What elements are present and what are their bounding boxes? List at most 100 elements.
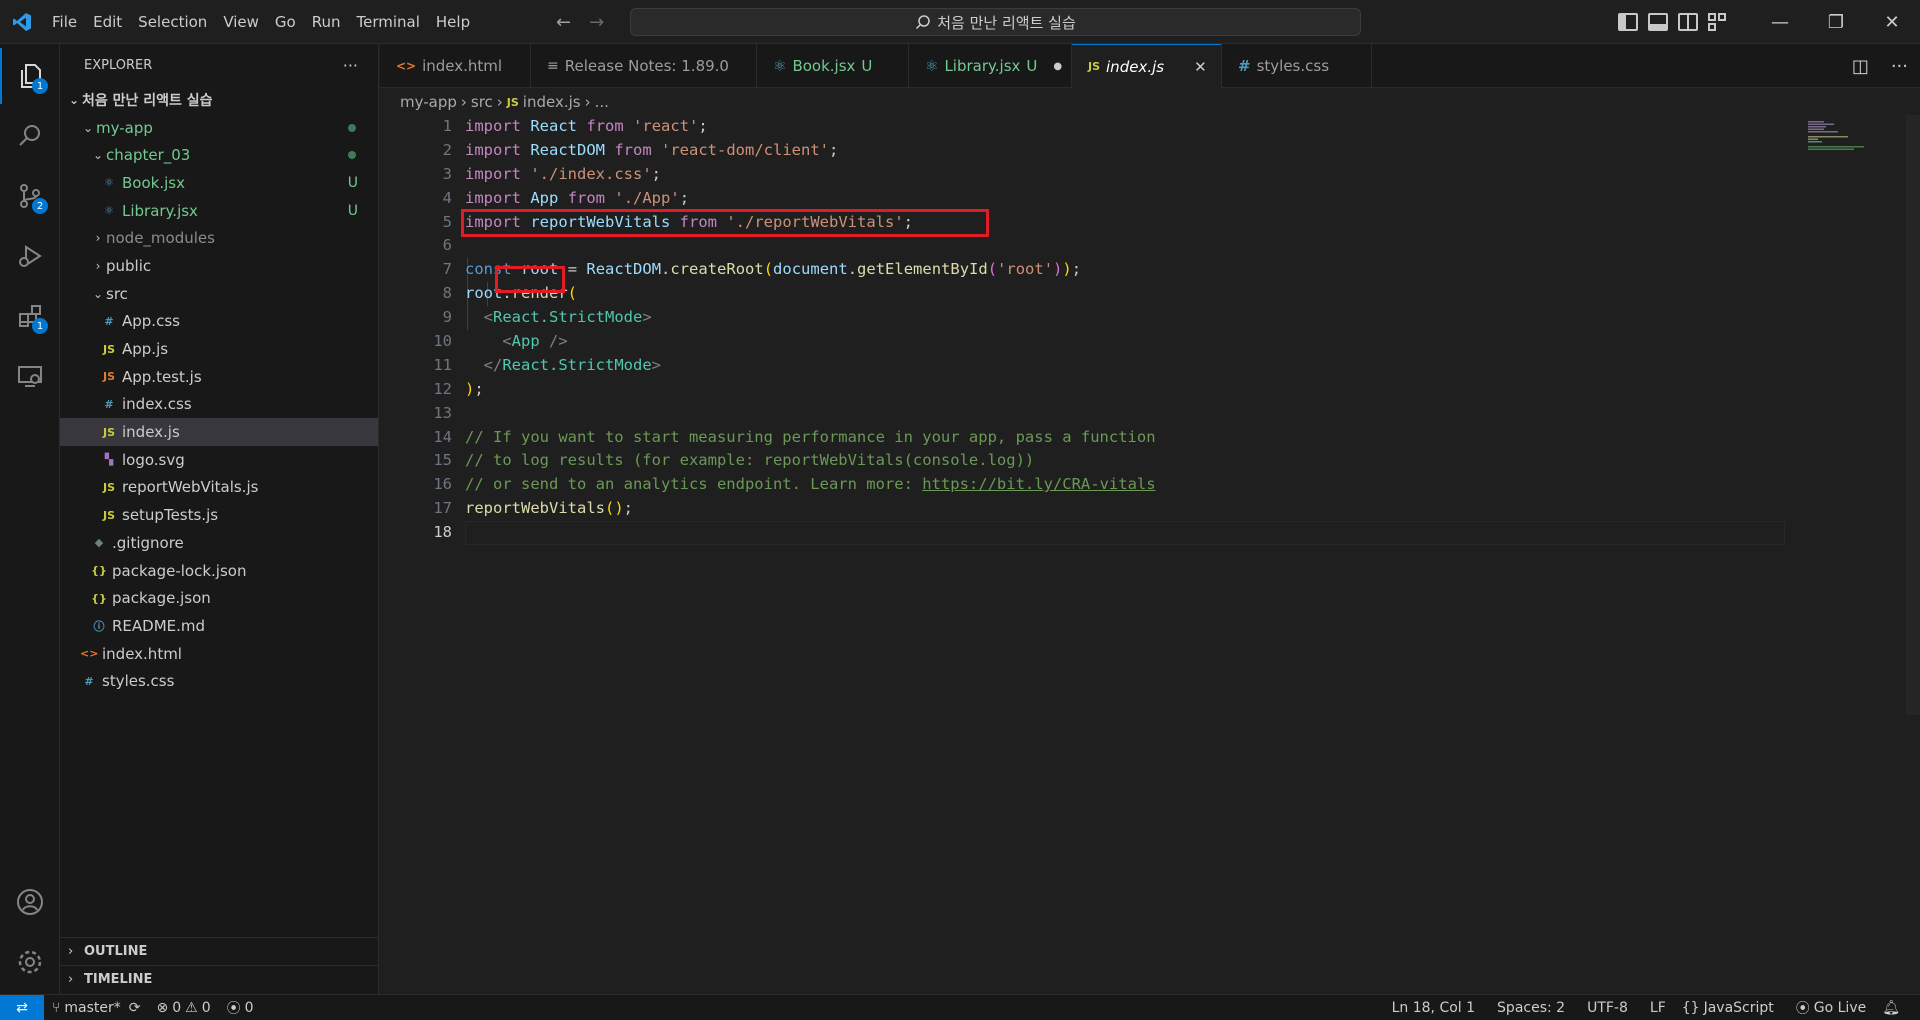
tree-file-package-lock-json[interactable]: {} package-lock.json bbox=[60, 557, 378, 585]
tree-file-logo-svg[interactable]: ▚ logo.svg bbox=[60, 446, 378, 474]
code-line: root.render( bbox=[465, 284, 578, 303]
tree-file-gitignore[interactable]: ◆ .gitignore bbox=[60, 529, 378, 557]
accounts-activity[interactable] bbox=[0, 874, 60, 930]
tab-library-jsx[interactable]: ⚛ Library.jsx U ● bbox=[909, 44, 1072, 88]
tree-file-index-css[interactable]: # index.css bbox=[60, 391, 378, 419]
js-file-icon: JS bbox=[506, 95, 519, 109]
ports-indicator[interactable]: ⦿ 0 bbox=[219, 998, 262, 1018]
command-center[interactable]: 처음 만난 리액트 실습 bbox=[630, 8, 1361, 36]
go-live-button[interactable]: ⦿ Go Live bbox=[1788, 998, 1874, 1018]
chevron-right-icon: › bbox=[95, 231, 101, 246]
tab-index-html[interactable]: <> index.html bbox=[380, 44, 531, 88]
code-link[interactable]: https://bit.ly/CRA-vitals bbox=[922, 475, 1155, 493]
cursor-position[interactable]: Ln 18, Col 1 bbox=[1384, 1000, 1483, 1016]
remote-indicator[interactable]: ⇄ bbox=[0, 994, 44, 1020]
tree-folder-public[interactable]: › public bbox=[60, 252, 378, 280]
extensions-activity[interactable]: 1 bbox=[0, 288, 60, 344]
tree-file-library-jsx[interactable]: ⚛ Library.jsx U bbox=[60, 197, 378, 225]
tab-release-notes[interactable]: ≡ Release Notes: 1.89.0 bbox=[531, 44, 757, 88]
split-editor-icon[interactable]: ◫ bbox=[1852, 56, 1869, 77]
tree-folder-src[interactable]: ⌄ src bbox=[60, 280, 378, 308]
encoding[interactable]: UTF-8 bbox=[1579, 1000, 1636, 1016]
outline-section[interactable]: › OUTLINE bbox=[60, 937, 379, 965]
minimap[interactable] bbox=[1808, 121, 1888, 151]
sync-icon: ⟳ bbox=[128, 999, 141, 1016]
indentation[interactable]: Spaces: 2 bbox=[1489, 1000, 1573, 1016]
code-line: const root = ReactDOM.createRoot(documen… bbox=[465, 260, 1082, 279]
notifications-bell-icon[interactable]: 🔔︎ bbox=[1874, 1000, 1908, 1016]
menu-terminal[interactable]: Terminal bbox=[349, 0, 428, 44]
json-file-icon: {} bbox=[91, 591, 107, 605]
account-icon bbox=[17, 889, 43, 915]
breadcrumb-item[interactable]: index.js bbox=[523, 93, 581, 111]
explorer-header: EXPLORER ··· bbox=[60, 44, 378, 86]
warning-icon: ⚠ bbox=[185, 999, 198, 1016]
tree-file-index-js[interactable]: JS index.js bbox=[60, 418, 378, 446]
remote-explorer-activity[interactable] bbox=[0, 348, 60, 404]
toggle-primary-sidebar-icon[interactable] bbox=[1618, 13, 1638, 31]
tree-file-app-css[interactable]: # App.css bbox=[60, 308, 378, 336]
chevron-down-icon: ⌄ bbox=[92, 286, 104, 301]
tree-file-setuptests-js[interactable]: JS setupTests.js bbox=[60, 501, 378, 529]
menu-help[interactable]: Help bbox=[428, 0, 478, 44]
tree-file-app-js[interactable]: JS App.js bbox=[60, 335, 378, 363]
branch-indicator[interactable]: ⑂ master* ⟳ bbox=[44, 1000, 149, 1016]
workspace-root[interactable]: ⌄ 처음 만난 리액트 실습 bbox=[60, 86, 378, 114]
js-file-icon: JS bbox=[1088, 60, 1101, 73]
chevron-right-icon: › bbox=[68, 944, 74, 959]
menu-edit[interactable]: Edit bbox=[85, 0, 130, 44]
tab-styles-css[interactable]: # styles.css bbox=[1222, 44, 1372, 88]
minimize-button[interactable]: — bbox=[1752, 0, 1808, 44]
tree-folder-chapter-03[interactable]: ⌄ chapter_03 bbox=[60, 141, 378, 169]
tree-file-book-jsx[interactable]: ⚛ Book.jsx U bbox=[60, 169, 378, 197]
menu-view[interactable]: View bbox=[215, 0, 267, 44]
back-arrow-icon[interactable]: ← bbox=[556, 12, 571, 33]
tab-book-jsx[interactable]: ⚛ Book.jsx U bbox=[757, 44, 909, 88]
forward-arrow-icon[interactable]: → bbox=[589, 12, 604, 33]
breadcrumb-item[interactable]: my-app bbox=[400, 93, 457, 111]
line-number: 13 bbox=[433, 403, 452, 422]
tree-file-readme-md[interactable]: ⓘ README.md bbox=[60, 612, 378, 640]
breadcrumb-item[interactable]: src bbox=[471, 93, 493, 111]
line-number: 17 bbox=[433, 499, 452, 518]
explorer-activity[interactable]: 1 bbox=[0, 48, 60, 104]
toggle-secondary-sidebar-icon[interactable] bbox=[1678, 13, 1698, 31]
chevron-down-icon: ⌄ bbox=[68, 92, 80, 107]
vertical-scrollbar[interactable] bbox=[1906, 115, 1920, 715]
tab-index-js[interactable]: JS index.js ✕ bbox=[1072, 44, 1222, 88]
search-icon bbox=[916, 15, 930, 30]
breadcrumb-item[interactable]: ... bbox=[595, 93, 609, 111]
tree-file-package-json[interactable]: {} package.json bbox=[60, 584, 378, 612]
end-of-line[interactable]: LF bbox=[1642, 1000, 1674, 1016]
problems-indicator[interactable]: ⊗ 0 ⚠ 0 bbox=[149, 1000, 219, 1016]
tree-file-styles-css[interactable]: # styles.css bbox=[60, 667, 378, 695]
tree-file-reportwebvitals-js[interactable]: JS reportWebVitals.js bbox=[60, 474, 378, 502]
tree-file-index-html[interactable]: <> index.html bbox=[60, 640, 378, 668]
source-control-activity[interactable]: 2 bbox=[0, 168, 60, 224]
run-debug-activity[interactable] bbox=[0, 228, 60, 284]
explorer-title: EXPLORER bbox=[84, 57, 153, 73]
line-number: 9 bbox=[442, 308, 452, 327]
timeline-section[interactable]: › TIMELINE bbox=[60, 965, 379, 993]
menu-run[interactable]: Run bbox=[304, 0, 349, 44]
menu-go[interactable]: Go bbox=[267, 0, 304, 44]
tree-folder-my-app[interactable]: ⌄ my-app bbox=[60, 114, 378, 142]
tree-folder-node-modules[interactable]: › node_modules bbox=[60, 224, 378, 252]
restore-button[interactable]: ❐ bbox=[1808, 0, 1864, 44]
tree-file-app-test-js[interactable]: JS App.test.js bbox=[60, 363, 378, 391]
menu-file[interactable]: File bbox=[44, 0, 85, 44]
close-window-button[interactable]: ✕ bbox=[1864, 0, 1920, 44]
search-activity[interactable] bbox=[0, 108, 60, 164]
toggle-panel-icon[interactable] bbox=[1648, 13, 1668, 31]
language-mode[interactable]: {} JavaScript bbox=[1674, 1000, 1782, 1016]
manage-activity[interactable] bbox=[0, 934, 60, 990]
more-actions-icon[interactable]: ··· bbox=[1891, 56, 1908, 77]
close-tab-icon[interactable]: ✕ bbox=[1194, 58, 1207, 76]
customize-layout-icon[interactable] bbox=[1708, 13, 1728, 31]
code-editor[interactable]: 1 2 3 4 5 6 7 8 9 10 11 12 13 14 15 16 1… bbox=[380, 115, 1920, 994]
code-line: import './index.css'; bbox=[465, 164, 662, 183]
more-actions-icon[interactable]: ··· bbox=[343, 56, 358, 75]
menu-selection[interactable]: Selection bbox=[130, 0, 215, 44]
